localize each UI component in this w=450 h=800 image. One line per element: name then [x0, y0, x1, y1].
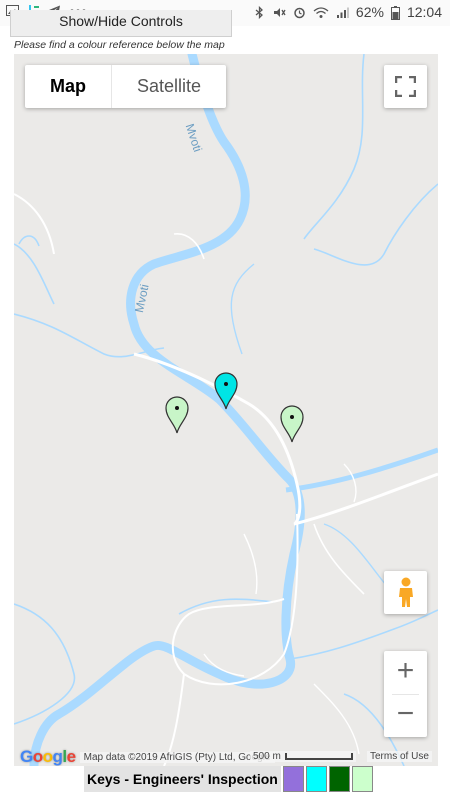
- battery-percent: 62%: [355, 4, 384, 20]
- map-container[interactable]: Mvoti Mvoti Map Satellite + − Google Map…: [14, 54, 438, 766]
- scale-bar: [284, 753, 353, 760]
- show-hide-controls-button[interactable]: Show/Hide Controls: [10, 10, 232, 37]
- alarm-icon: [293, 6, 306, 19]
- pegman-icon: [396, 577, 416, 614]
- map-scale[interactable]: 500 m: [250, 751, 356, 762]
- wifi-icon: [313, 6, 329, 19]
- key-swatch-purple: [282, 766, 304, 792]
- zoom-out-button[interactable]: −: [384, 694, 427, 737]
- marker-light-green[interactable]: [280, 405, 304, 448]
- key-swatch-dark-green: [328, 766, 350, 792]
- map-type-satellite-button[interactable]: Satellite: [112, 65, 226, 108]
- colour-reference-note: Please find a colour reference below the…: [14, 39, 225, 51]
- google-logo[interactable]: Google: [20, 747, 76, 766]
- show-hide-controls-label: Show/Hide Controls: [59, 13, 183, 29]
- key-swatch-cyan: [305, 766, 327, 792]
- scale-label: 500 m: [253, 751, 281, 762]
- marker-light-green[interactable]: [165, 396, 189, 439]
- mute-icon: [273, 6, 286, 19]
- zoom-control: + −: [384, 651, 427, 737]
- marker-cyan[interactable]: [214, 372, 238, 415]
- keys-label: Keys - Engineers' Inspection: [84, 766, 281, 792]
- map-type-map-button[interactable]: Map: [25, 65, 112, 108]
- street-view-pegman-button[interactable]: [384, 571, 427, 614]
- map-type-control: Map Satellite: [25, 65, 227, 108]
- key-swatch-light-green: [351, 766, 373, 792]
- battery-icon: [390, 5, 400, 20]
- map-attribution: Google Map data ©2019 AfriGIS (Pty) Ltd,…: [20, 747, 275, 766]
- map-data-text[interactable]: Map data ©2019 AfriGIS (Pty) Ltd, Google: [79, 751, 275, 763]
- signal-icon: [336, 6, 349, 19]
- bluetooth-icon: [253, 5, 266, 19]
- clock: 12:04: [406, 4, 442, 20]
- terms-of-use-link[interactable]: Terms of Use: [367, 751, 432, 762]
- zoom-separator: [392, 694, 419, 695]
- keys-legend: Keys - Engineers' Inspection: [84, 766, 373, 792]
- fullscreen-icon: [394, 75, 417, 102]
- fullscreen-button[interactable]: [384, 65, 427, 108]
- zoom-in-button[interactable]: +: [384, 651, 427, 694]
